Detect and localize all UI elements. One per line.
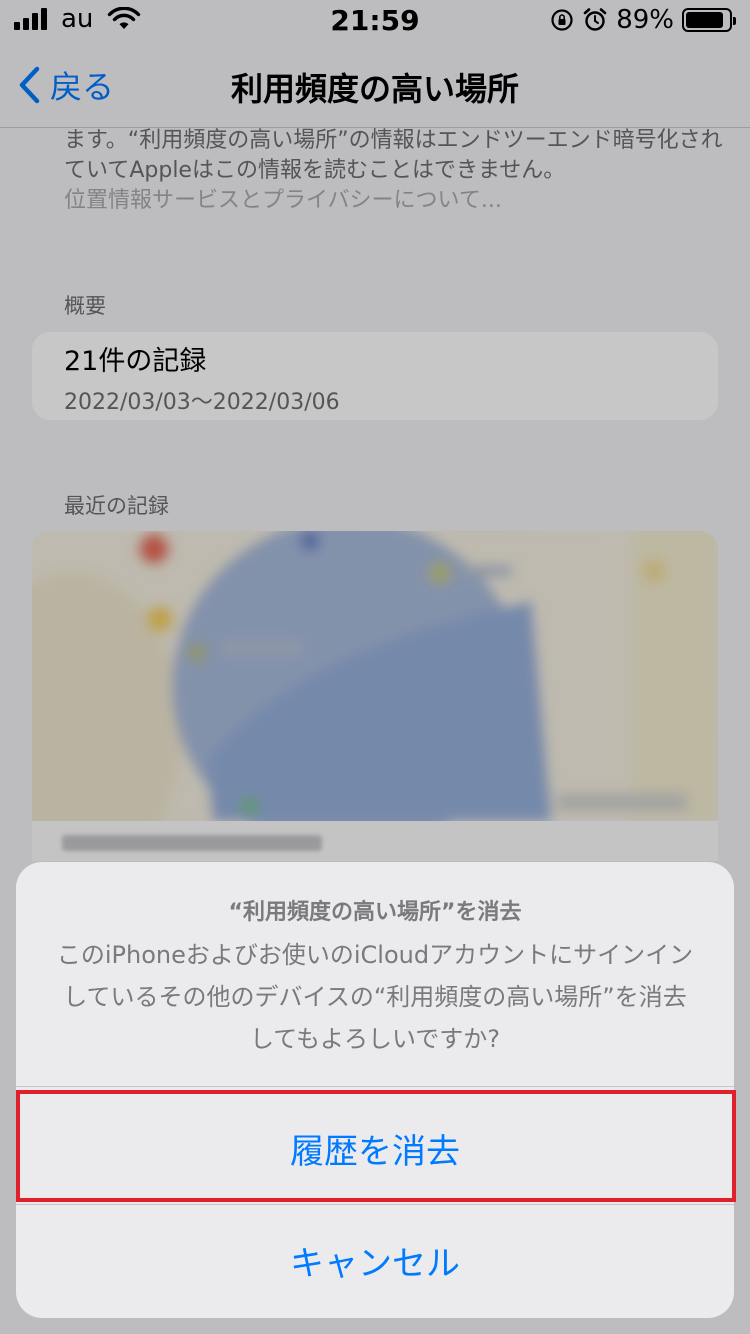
cancel-button[interactable]: キャンセル bbox=[16, 1236, 734, 1285]
divider bbox=[16, 1086, 734, 1087]
highlight-annotation bbox=[16, 1090, 736, 1202]
divider bbox=[16, 1204, 734, 1205]
action-sheet-message: このiPhoneおよびお使いのiCloudアカウントにサインインしているその他の… bbox=[56, 941, 694, 1053]
action-sheet-title: “利用頻度の高い場所”を消去 bbox=[228, 900, 522, 925]
